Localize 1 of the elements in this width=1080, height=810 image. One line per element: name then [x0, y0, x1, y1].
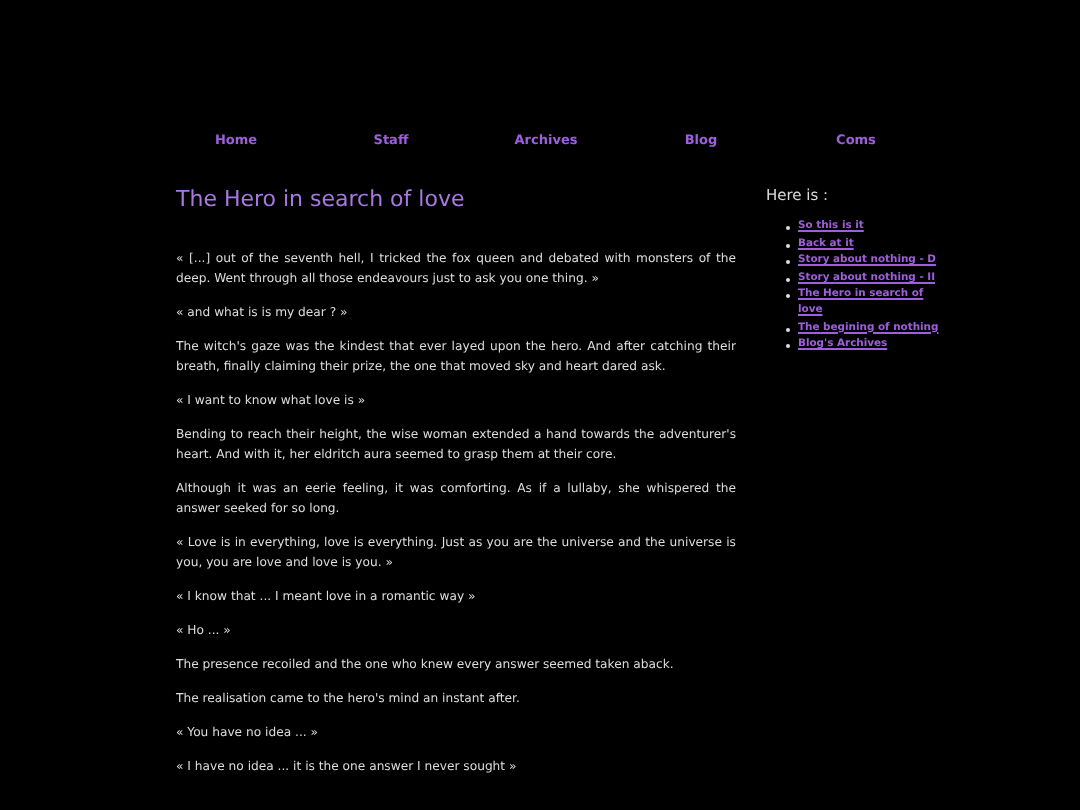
post-title: The Hero in search of love — [176, 186, 467, 212]
